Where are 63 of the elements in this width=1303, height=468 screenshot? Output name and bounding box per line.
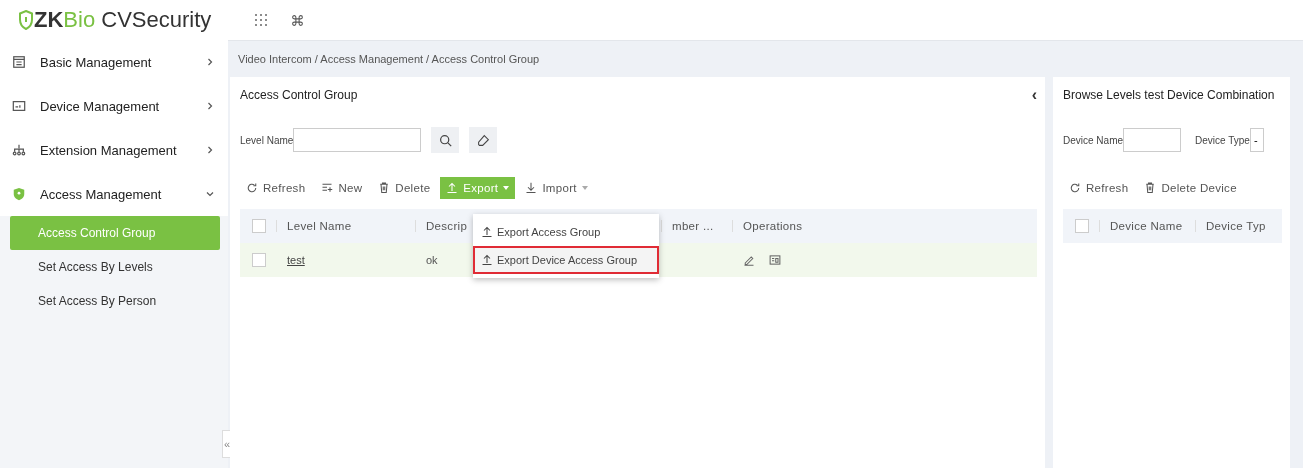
toolbar-button[interactable]: Delete	[372, 177, 437, 199]
caret-icon	[503, 186, 510, 190]
caret-icon	[581, 186, 588, 190]
grid-icon[interactable]	[255, 14, 267, 26]
breadcrumb: Video Intercom / Access Management / Access Control Group	[237, 52, 541, 67]
trash-icon	[378, 182, 391, 194]
toolbar-button[interactable]: Refresh	[240, 177, 312, 199]
toolbar-button[interactable]: Delete Device	[1138, 177, 1243, 199]
toolbar-button[interactable]: New	[315, 177, 369, 199]
upload-icon	[481, 226, 493, 238]
sidebar-subitem[interactable]: Set Access By Person	[10, 284, 220, 318]
checkbox[interactable]	[1075, 219, 1089, 233]
shield-logo-icon	[18, 10, 34, 30]
sidebar-subitem[interactable]: Set Access By Levels	[10, 250, 220, 284]
level-link[interactable]: test	[287, 254, 305, 266]
table-cell: ok	[426, 254, 438, 266]
command-icon[interactable]	[291, 13, 304, 27]
sidebar-item[interactable]: Basic Management	[0, 40, 228, 84]
filter-field[interactable]: -	[1249, 128, 1264, 152]
column-header: Operations	[743, 220, 804, 232]
toolbar-button[interactable]: Refresh	[1063, 177, 1135, 199]
download-icon	[525, 182, 538, 194]
column-header: Device Name	[1110, 220, 1184, 232]
chevron-right-icon	[206, 102, 214, 110]
chevron-down-icon	[206, 190, 214, 198]
eraser-icon	[476, 133, 490, 147]
chevron-right-icon	[206, 146, 214, 154]
column-header: Device Typ	[1206, 220, 1267, 232]
shield-icon	[12, 187, 26, 201]
menu-item[interactable]: Export Access Group	[473, 218, 659, 246]
panel-title: Browse Levels test Device Combination	[1063, 88, 1275, 102]
logo: ZKBio CVSecurity	[18, 7, 231, 33]
sidebar-item[interactable]: Extension Management	[0, 128, 228, 172]
add-list-icon	[321, 182, 334, 194]
panel-title: Access Control Group	[240, 88, 358, 102]
edit-icon[interactable]	[743, 254, 755, 266]
device-list-icon[interactable]	[769, 254, 781, 266]
field-label: Level Name	[240, 134, 294, 146]
level-name-field[interactable]	[293, 128, 422, 152]
column-header: mber ...	[672, 220, 715, 232]
collapse-panel-button[interactable]: ‹	[1031, 86, 1037, 104]
clear-button[interactable]	[469, 127, 498, 153]
upload-icon	[481, 254, 493, 266]
checkbox[interactable]	[252, 219, 266, 233]
refresh-icon	[246, 182, 258, 194]
checkbox[interactable]	[252, 253, 266, 267]
menu-item[interactable]: Export Device Access Group	[473, 246, 659, 274]
upload-icon	[446, 182, 459, 194]
chevron-right-icon	[206, 58, 214, 66]
filter-field[interactable]	[1123, 128, 1182, 152]
sidebar-item[interactable]: Device Management	[0, 84, 228, 128]
toolbar-button[interactable]: Import	[519, 177, 594, 199]
sidebar-item[interactable]: Access Management	[0, 172, 228, 216]
refresh-icon	[1069, 182, 1081, 194]
trash-icon	[1144, 182, 1157, 194]
field-label: Device Type	[1195, 134, 1250, 146]
column-header: Level Name	[287, 220, 353, 232]
screen-icon	[12, 99, 26, 113]
hierarchy-icon	[12, 143, 26, 157]
field-label: Device Name	[1063, 134, 1124, 146]
search-button[interactable]	[431, 127, 460, 153]
list-icon	[12, 55, 26, 69]
search-icon	[438, 133, 452, 147]
